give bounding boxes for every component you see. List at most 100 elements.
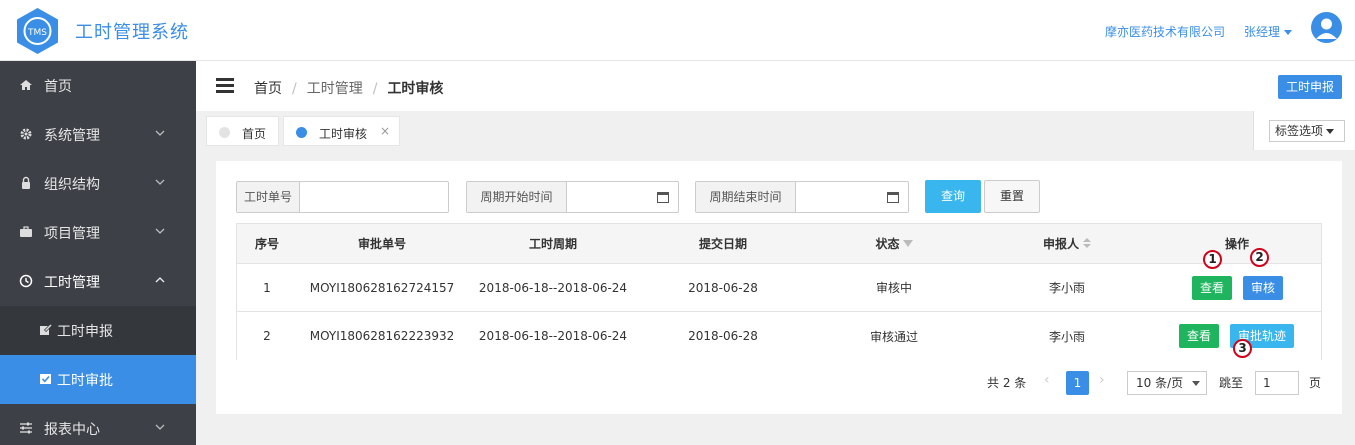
breadcrumb-section[interactable]: 工时管理 <box>307 81 363 97</box>
breadcrumb-separator: / <box>292 81 297 97</box>
app-logo[interactable]: TMS <box>14 6 61 56</box>
sidebar-item-label: 首页 <box>44 79 72 95</box>
tab-home[interactable]: 首页 <box>206 116 279 146</box>
pagination-page-1[interactable]: 1 <box>1066 371 1089 395</box>
start-date-label: 周期开始时间 <box>467 182 567 212</box>
edit-icon <box>40 323 53 335</box>
annotation-marker-2: 2 <box>1250 248 1269 267</box>
app-title: 工时管理系统 <box>75 22 189 43</box>
sidebar-item-label: 报表中心 <box>44 422 100 438</box>
sidebar-item-reports[interactable]: 报表中心 <box>0 404 196 445</box>
svg-text:TMS: TMS <box>27 28 47 38</box>
chevron-down-icon <box>155 179 165 185</box>
cell-status: 审核通过 <box>869 329 918 344</box>
filter-icon[interactable] <box>902 240 913 247</box>
header-status: 状态 <box>807 224 981 263</box>
table-header: 序号 审批单号 工时周期 提交日期 状态 申报人 操作 <box>237 224 1321 264</box>
tab-dot-icon <box>219 127 230 138</box>
calendar-icon[interactable] <box>887 191 899 203</box>
sidebar-item-projects[interactable]: 项目管理 <box>0 208 196 257</box>
order-no-label: 工时单号 <box>237 182 300 212</box>
tab-label: 首页 <box>242 127 267 141</box>
pagination-total: 共 2 条 <box>987 376 1027 390</box>
approval-table: 序号 审批单号 工时周期 提交日期 状态 申报人 操作 1 MOYI180628… <box>236 223 1322 360</box>
cell-order-no: MOYI180628162724157 <box>309 280 455 295</box>
timesheet-report-button[interactable]: 工时申报 <box>1278 75 1342 99</box>
cell-person: 李小雨 <box>1048 329 1085 344</box>
tab-label: 工时审核 <box>319 127 368 141</box>
tab-options-dropdown[interactable]: 标签选项 <box>1269 120 1345 142</box>
sort-icon[interactable] <box>1083 238 1091 249</box>
sidebar: 首页 系统管理 组织结构 项目管理 工时管理 工时申报 工时审批 报表中心 <box>0 61 196 445</box>
chevron-down-icon <box>155 228 165 234</box>
tab-options: 标签选项 <box>1253 111 1355 150</box>
sidebar-item-timesheet-approval[interactable]: 工时审批 <box>0 355 196 404</box>
order-no-input[interactable] <box>300 182 448 212</box>
cell-person: 李小雨 <box>1048 281 1085 295</box>
chevron-up-icon <box>155 277 165 283</box>
cell-date: 2018-06-28 <box>688 329 758 343</box>
query-button[interactable]: 查询 <box>925 180 981 213</box>
sidebar-item-timesheet[interactable]: 工时管理 <box>0 257 196 306</box>
view-button[interactable]: 查看 <box>1179 324 1219 348</box>
page-size-value: 10 条/页 <box>1136 376 1184 390</box>
tab-timesheet-review[interactable]: 工时审核 × <box>283 116 400 146</box>
caret-down-icon <box>1284 30 1293 35</box>
header-person: 申报人 <box>981 224 1153 263</box>
end-date-label: 周期结束时间 <box>696 182 796 212</box>
page-size-select[interactable]: 10 条/页 <box>1127 371 1207 395</box>
user-avatar-icon <box>1316 18 1337 39</box>
table-row: 2 MOYI180628162223932 2018-06-18--2018-0… <box>237 312 1321 360</box>
header-actions: 操作 <box>1224 237 1249 251</box>
cell-order-no: MOYI180628162223932 <box>309 329 455 343</box>
chevron-down-icon <box>155 130 165 136</box>
view-button[interactable]: 查看 <box>1192 276 1232 300</box>
user-menu[interactable]: 张经理 <box>1244 23 1293 40</box>
header-period: 工时周期 <box>528 237 577 251</box>
clock-icon <box>19 274 33 288</box>
start-date-input[interactable] <box>567 182 655 212</box>
sidebar-item-label: 组织结构 <box>44 177 100 193</box>
cell-index: 1 <box>263 280 271 295</box>
top-header: TMS 工时管理系统 摩亦医药技术有限公司 张经理 <box>0 0 1355 61</box>
calendar-icon[interactable] <box>657 191 669 203</box>
tabs-bar: 首页 工时审核 × 标签选项 <box>196 111 1355 150</box>
user-name: 张经理 <box>1244 25 1281 39</box>
end-date-field: 周期结束时间 <box>695 181 909 213</box>
chevron-down-icon <box>155 424 165 430</box>
cell-index: 2 <box>263 329 271 343</box>
tab-dot-icon <box>296 127 307 138</box>
sidebar-item-home[interactable]: 首页 <box>0 61 196 110</box>
header-index: 序号 <box>254 237 279 251</box>
breadcrumb-current: 工时审核 <box>387 81 444 97</box>
end-date-input[interactable] <box>796 182 884 212</box>
caret-down-icon <box>1326 129 1335 134</box>
annotation-marker-1: 1 <box>1203 250 1222 269</box>
lock-icon <box>22 176 30 189</box>
company-name: 摩亦医药技术有限公司 <box>1105 25 1226 39</box>
close-icon[interactable]: × <box>380 124 390 138</box>
review-button[interactable]: 审核 <box>1243 276 1283 300</box>
table-row: 1 MOYI180628162724157 2018-06-18--2018-0… <box>237 264 1321 312</box>
chevron-left-icon[interactable]: ‹ <box>1044 372 1050 398</box>
checkbox-icon <box>40 374 51 384</box>
jump-page-input[interactable]: 1 <box>1255 371 1299 395</box>
menu-toggle-icon[interactable] <box>216 78 234 93</box>
sidebar-item-label: 系统管理 <box>44 128 100 144</box>
sidebar-item-timesheet-report[interactable]: 工时申报 <box>0 306 196 355</box>
reset-button[interactable]: 重置 <box>984 180 1040 213</box>
cell-period: 2018-06-18--2018-06-24 <box>478 280 628 295</box>
header-person-label: 申报人 <box>1042 237 1079 251</box>
sidebar-item-organization[interactable]: 组织结构 <box>0 159 196 208</box>
annotation-marker-3: 3 <box>1233 339 1252 358</box>
sidebar-item-system[interactable]: 系统管理 <box>0 110 196 159</box>
breadcrumb-home[interactable]: 首页 <box>254 81 282 97</box>
cell-status: 审核中 <box>875 281 912 295</box>
sidebar-item-label: 工时审批 <box>57 373 113 389</box>
chevron-right-icon[interactable]: › <box>1099 372 1105 398</box>
page-suffix: 页 <box>1309 376 1322 390</box>
avatar[interactable] <box>1311 12 1342 43</box>
sliders-icon <box>20 422 32 434</box>
start-date-field: 周期开始时间 <box>466 181 679 213</box>
briefcase-icon <box>20 226 32 237</box>
